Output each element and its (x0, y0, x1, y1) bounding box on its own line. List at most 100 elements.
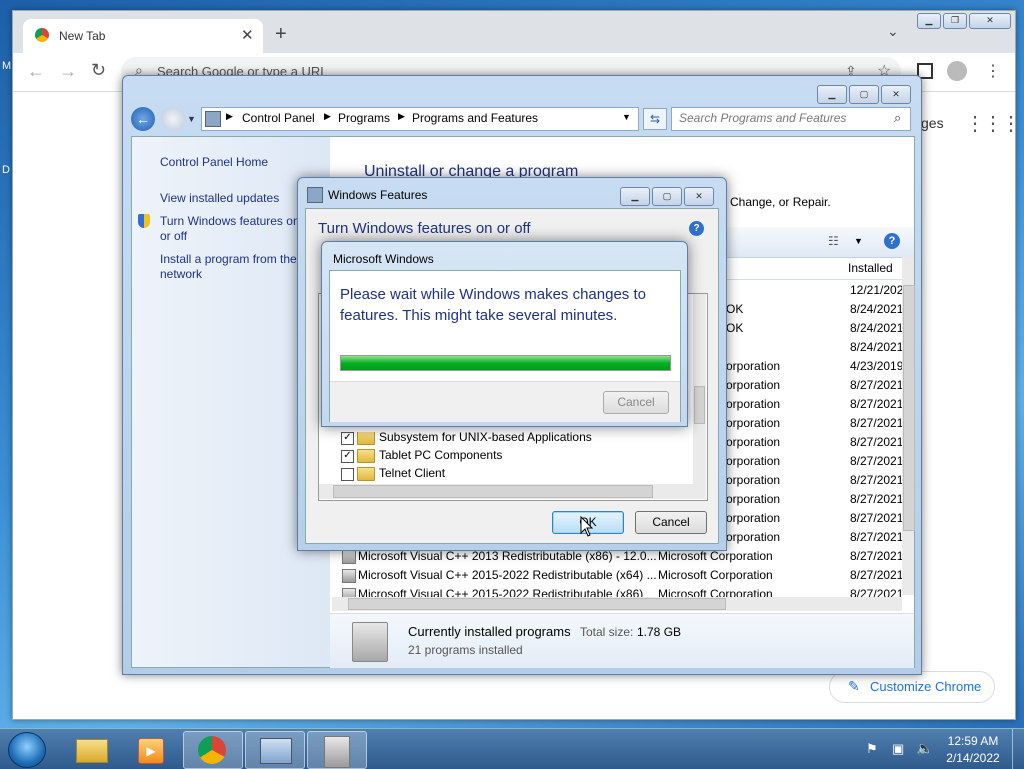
address-dropdown-icon[interactable]: ▼ (622, 112, 631, 122)
taskbar-chrome[interactable] (183, 731, 243, 769)
volume-icon[interactable]: 🔈 (916, 740, 933, 757)
program-installed-date: 8/27/2021 (850, 397, 902, 411)
reload-icon[interactable]: ↻ (91, 60, 106, 81)
progress-dialog-title: Microsoft Windows (333, 252, 434, 266)
breadcrumb-separator-icon: ▶ (226, 111, 233, 121)
ntp-images-link[interactable]: ges (921, 115, 944, 131)
chrome-tab-title: New Tab (59, 29, 106, 43)
taskbar-media-player[interactable]: ▶ (122, 731, 180, 767)
windows-features-link[interactable]: Turn Windows features on or off (160, 214, 310, 244)
features-list: ✓ Subsystem for UNIX-based Applications ✓ T… (319, 432, 693, 484)
new-tab-plus-icon[interactable]: + (275, 23, 287, 46)
chrome-favicon-icon (35, 28, 49, 42)
program-installed-date: 8/27/2021 (850, 568, 902, 582)
cp-close-icon[interactable]: ✕ (881, 85, 911, 104)
folder-icon (357, 432, 375, 445)
clock-date[interactable]: 2/14/2022 (946, 751, 1000, 765)
breadcrumb-programs[interactable]: Programs (338, 111, 390, 125)
help-icon[interactable]: ? (884, 233, 900, 249)
program-publisher: Microsoft Corporation (658, 568, 773, 582)
show-desktop-button[interactable] (1012, 729, 1024, 769)
search-placeholder: Search Programs and Features (679, 111, 847, 125)
scrollbar-thumb[interactable] (903, 285, 915, 531)
wf-minimize-icon[interactable]: ▁ (620, 187, 650, 206)
scrollbar-thumb[interactable] (333, 485, 653, 498)
details-pane: Currently installed programs Total size:… (330, 613, 914, 668)
program-publisher: orporation (726, 435, 781, 449)
wf-maximize-icon[interactable]: ▢ (652, 187, 682, 206)
feature-item[interactable]: ✓ Tablet PC Components (319, 446, 693, 465)
customize-chrome-button[interactable]: ✎ Customize Chrome (829, 671, 995, 703)
refresh-icon[interactable]: ⇆ (643, 108, 667, 130)
chrome-menu-icon[interactable]: ⋮ (985, 61, 1001, 81)
desktop-icon-label[interactable]: D (2, 164, 10, 176)
chrome-restore-icon[interactable]: ❐ (943, 13, 967, 29)
program-installed-date: 8/24/2021 (850, 302, 902, 316)
help-icon[interactable]: ? (689, 221, 704, 236)
feature-label: Subsystem for UNIX-based Applications (379, 432, 592, 444)
feature-checkbox[interactable] (341, 468, 354, 481)
vertical-scrollbar[interactable] (693, 294, 706, 484)
horizontal-scrollbar[interactable] (332, 597, 902, 611)
feature-checkbox[interactable]: ✓ (341, 450, 354, 463)
cp-minimize-icon[interactable]: ▁ (817, 85, 847, 104)
program-icon (342, 569, 356, 583)
scrollbar-thumb[interactable] (348, 598, 726, 610)
installer-box-icon (352, 622, 388, 662)
wf-close-icon[interactable]: ✕ (684, 187, 714, 206)
scrollbar-thumb[interactable] (694, 386, 705, 424)
chrome-minimize-icon[interactable]: ▁ (917, 13, 941, 29)
cancel-button[interactable]: Cancel (603, 391, 669, 414)
chrome-tab-new-tab[interactable]: New Tab ✕ (23, 19, 263, 53)
tab-search-chevron-icon[interactable]: ⌄ (887, 23, 899, 40)
table-row[interactable]: Microsoft Visual C++ 2015-2022 Redistrib… (332, 566, 902, 585)
progress-message: Please wait while Windows makes changes … (340, 286, 646, 324)
program-publisher: orporation (726, 492, 781, 506)
column-header-installed[interactable]: Installed (848, 261, 893, 275)
taskbar-windows-features[interactable] (307, 731, 367, 769)
back-arrow-icon[interactable]: ← (131, 107, 155, 131)
profile-avatar-icon[interactable] (947, 61, 967, 81)
program-publisher: orporation (726, 530, 781, 544)
start-button-icon[interactable] (8, 732, 46, 768)
close-tab-icon[interactable]: ✕ (241, 26, 254, 44)
program-installed-date: 4/23/2019 (850, 359, 902, 373)
chrome-close-icon[interactable]: ✕ (969, 13, 1011, 29)
progress-bar (340, 355, 671, 371)
desktop-icon-label[interactable]: M (2, 60, 11, 72)
feature-item[interactable]: ✓ Subsystem for UNIX-based Applications (319, 432, 693, 447)
clock-time[interactable]: 12:59 AM (946, 734, 1000, 748)
views-dropdown-icon[interactable]: ▼ (854, 236, 863, 246)
forward-arrow-icon[interactable] (161, 107, 185, 131)
feature-item[interactable]: Telnet Client (319, 464, 693, 483)
address-bar[interactable]: ▶ Control Panel ▶ Programs ▶ Programs an… (201, 107, 639, 131)
views-icon[interactable]: ☷ (828, 234, 839, 248)
cancel-button[interactable]: Cancel (635, 511, 707, 534)
install-from-network-link[interactable]: Install a program from the network (160, 252, 310, 282)
feature-checkbox[interactable]: ✓ (341, 432, 354, 445)
taskbar-explorer[interactable] (62, 731, 120, 767)
installer-icon (324, 736, 350, 768)
breadcrumb-programs-features[interactable]: Programs and Features (412, 111, 538, 125)
control-panel-home-link[interactable]: Control Panel Home (160, 155, 268, 169)
program-installed-date: 8/27/2021 (850, 416, 902, 430)
google-apps-icon[interactable]: ⋮⋮⋮ (965, 111, 1021, 136)
forward-arrow-icon[interactable]: → (59, 61, 77, 82)
breadcrumb-separator-icon: ▶ (324, 111, 331, 121)
back-arrow-icon[interactable]: ← (27, 61, 45, 82)
network-icon[interactable]: ▣ (892, 741, 904, 757)
feature-label: Telnet Client (379, 466, 446, 480)
horizontal-scrollbar[interactable] (319, 484, 706, 499)
search-programs-input[interactable]: Search Programs and Features ⌕ (671, 107, 911, 131)
feature-label: Tablet PC Components (379, 448, 503, 462)
vertical-scrollbar[interactable] (902, 257, 915, 595)
view-installed-updates-link[interactable]: View installed updates (160, 191, 279, 205)
action-center-flag-icon[interactable]: ⚑ (866, 741, 878, 757)
program-installed-date: 8/27/2021 (850, 435, 902, 449)
cp-maximize-icon[interactable]: ▢ (849, 85, 879, 104)
taskbar-control-panel[interactable] (245, 731, 305, 769)
program-publisher: orporation (726, 416, 781, 430)
recent-pages-chevron-icon[interactable]: ▼ (187, 114, 196, 124)
breadcrumb-control-panel[interactable]: Control Panel (242, 111, 315, 125)
progress-bar-fill (341, 356, 670, 370)
